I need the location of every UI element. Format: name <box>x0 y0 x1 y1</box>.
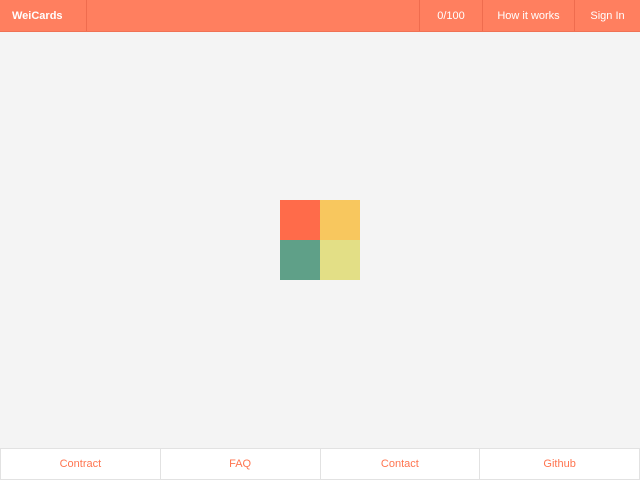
top-nav-bar: WeiCards 0/100 How it works Sign In <box>0 0 640 32</box>
logo-tile-bottom-right <box>320 240 360 280</box>
brand-logo-link[interactable]: WeiCards <box>0 0 87 31</box>
how-it-works-link[interactable]: How it works <box>482 0 574 31</box>
footer-nav: Contract FAQ Contact Github <box>0 448 640 480</box>
loading-logo <box>280 200 360 280</box>
logo-tile-top-right <box>320 200 360 240</box>
logo-tile-top-left <box>280 200 320 240</box>
footer-link-contact[interactable]: Contact <box>319 448 481 480</box>
footer-link-contract[interactable]: Contract <box>0 448 161 480</box>
footer-link-faq[interactable]: FAQ <box>159 448 321 480</box>
footer-link-github[interactable]: Github <box>479 448 640 480</box>
card-count[interactable]: 0/100 <box>419 0 482 31</box>
main-content <box>0 32 640 448</box>
sign-in-link[interactable]: Sign In <box>574 0 640 31</box>
logo-tile-bottom-left <box>280 240 320 280</box>
